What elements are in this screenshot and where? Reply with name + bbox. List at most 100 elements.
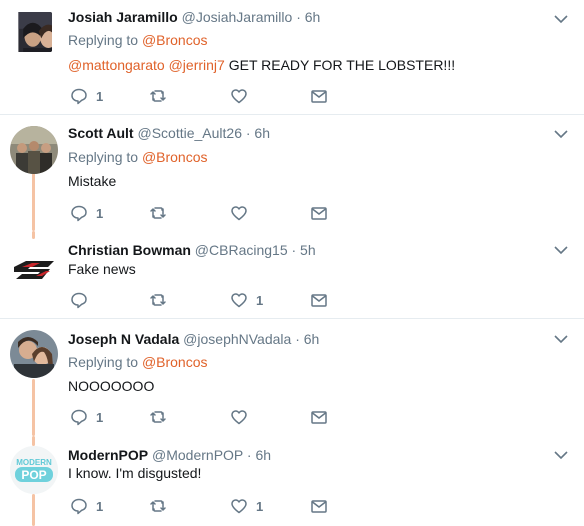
display-name[interactable]: Joseph N Vadala xyxy=(68,331,179,347)
chevron-down-icon[interactable] xyxy=(554,450,568,460)
heart-icon xyxy=(231,293,247,308)
replying-to-link[interactable]: @Broncos xyxy=(142,32,208,48)
retweet-icon xyxy=(150,294,166,306)
replying-to: Replying to @Broncos xyxy=(68,148,208,166)
replying-to: Replying to @Broncos xyxy=(68,353,208,371)
heart-icon xyxy=(231,206,247,221)
retweet-button[interactable] xyxy=(149,291,167,309)
reply-count: 1 xyxy=(96,88,104,104)
thread-connector xyxy=(32,173,35,231)
reply-count: 1 xyxy=(96,409,104,425)
tweet-header: Joseph N Vadala @josephNVadala · 6h xyxy=(68,330,319,348)
tweet-christian-bowman[interactable]: Christian Bowman @CBRacing15 · 5h Fake n… xyxy=(0,231,584,318)
reply-icon xyxy=(71,205,87,222)
user-handle[interactable]: @ModernPOP xyxy=(152,447,243,463)
replying-to-link[interactable]: @Broncos xyxy=(142,149,208,165)
like-count: 1 xyxy=(256,292,264,308)
envelope-icon xyxy=(311,90,327,103)
tweet-header: Josiah Jaramillo @JosiahJaramillo · 6h xyxy=(68,8,320,26)
reply-icon xyxy=(71,88,87,105)
display-name[interactable]: ModernPOP xyxy=(68,447,148,463)
timestamp[interactable]: · 6h xyxy=(296,9,320,25)
tweet-josiah-jaramillo[interactable]: Josiah Jaramillo @JosiahJaramillo · 6h R… xyxy=(0,0,584,114)
modernpop-logo-avatar-icon: MODERN POP xyxy=(10,446,58,494)
direct-message-button[interactable] xyxy=(310,291,328,309)
replying-to-link[interactable]: @Broncos xyxy=(142,354,208,370)
reply-icon xyxy=(71,498,87,515)
retweet-button[interactable] xyxy=(149,408,167,426)
direct-message-button[interactable] xyxy=(310,497,328,515)
reply-button[interactable]: 1 xyxy=(70,408,103,426)
retweet-button[interactable] xyxy=(149,87,167,105)
direct-message-button[interactable] xyxy=(310,408,328,426)
mention-links[interactable]: @mattongarato @jerrinj7 xyxy=(68,57,225,73)
retweet-button[interactable] xyxy=(149,497,167,515)
user-avatar[interactable] xyxy=(10,243,58,283)
tweet-body: Fake news xyxy=(68,261,136,277)
timestamp[interactable]: · 6h xyxy=(295,331,319,347)
retweet-icon xyxy=(150,90,166,102)
chevron-down-icon[interactable] xyxy=(554,129,568,139)
user-handle[interactable]: @Scottie_Ault26 xyxy=(137,125,242,141)
retweet-button[interactable] xyxy=(149,204,167,222)
envelope-icon xyxy=(311,294,327,307)
tweet-body: NOOOOOOO xyxy=(68,378,155,394)
reply-button[interactable] xyxy=(70,291,88,309)
user-handle[interactable]: @CBRacing15 xyxy=(195,242,288,258)
like-button[interactable]: 1 xyxy=(230,497,263,515)
replying-to-label: Replying to xyxy=(68,354,139,370)
chevron-down-icon[interactable] xyxy=(554,334,568,344)
couple-selfie-avatar-icon xyxy=(18,12,52,52)
timestamp[interactable]: · 6h xyxy=(246,125,270,141)
chevron-down-icon[interactable] xyxy=(554,245,568,255)
retweet-icon xyxy=(150,411,166,423)
user-handle[interactable]: @josephNVadala xyxy=(183,331,291,347)
heart-icon xyxy=(231,89,247,104)
display-name[interactable]: Christian Bowman xyxy=(68,242,191,258)
like-count: 1 xyxy=(256,498,264,514)
like-button[interactable]: 1 xyxy=(230,291,263,309)
avatar-logo-bottom: POP xyxy=(21,468,46,482)
like-button[interactable] xyxy=(230,87,248,105)
tweet-text: @mattongarato @jerrinj7 GET READY FOR TH… xyxy=(68,56,455,74)
replying-to: Replying to @Broncos xyxy=(68,31,208,49)
timestamp[interactable]: · 5h xyxy=(292,242,316,258)
timestamp[interactable]: · 6h xyxy=(247,447,271,463)
tweet-modernpop[interactable]: MODERN POP ModernPOP @ModernPOP · 6h I k… xyxy=(0,436,584,526)
like-button[interactable] xyxy=(230,204,248,222)
display-name[interactable]: Scott Ault xyxy=(68,125,134,141)
chevron-down-icon[interactable] xyxy=(554,14,568,24)
replying-to-label: Replying to xyxy=(68,32,139,48)
user-avatar[interactable]: MODERN POP xyxy=(10,446,58,494)
heart-icon xyxy=(231,499,247,514)
reply-count: 1 xyxy=(96,205,104,221)
user-avatar[interactable] xyxy=(10,126,58,174)
replying-to-label: Replying to xyxy=(68,149,139,165)
avatar-logo-top: MODERN xyxy=(16,458,52,467)
thread-connector xyxy=(32,494,35,526)
user-avatar[interactable] xyxy=(10,330,58,378)
reply-button[interactable]: 1 xyxy=(70,497,103,515)
direct-message-button[interactable] xyxy=(310,204,328,222)
thread-connector xyxy=(32,231,35,239)
tweet-scott-ault[interactable]: Scott Ault @Scottie_Ault26 · 6h Replying… xyxy=(0,115,584,231)
envelope-icon xyxy=(311,207,327,220)
reply-icon xyxy=(71,292,87,309)
tweet-body: Mistake xyxy=(68,173,117,189)
user-avatar[interactable] xyxy=(16,12,52,52)
display-name[interactable]: Josiah Jaramillo xyxy=(68,9,178,25)
racing-logo-avatar-icon xyxy=(10,247,58,283)
tweet-body: I know. I'm disgusted! xyxy=(68,465,202,481)
reply-button[interactable]: 1 xyxy=(70,204,103,222)
user-handle[interactable]: @JosiahJaramillo xyxy=(182,9,293,25)
retweet-icon xyxy=(150,207,166,219)
reply-count: 1 xyxy=(96,498,104,514)
reply-button[interactable]: 1 xyxy=(70,87,103,105)
tweet-header: Christian Bowman @CBRacing15 · 5h xyxy=(68,241,316,259)
thread-connector xyxy=(32,379,35,436)
couple-photo-avatar-icon xyxy=(10,330,58,378)
direct-message-button[interactable] xyxy=(310,87,328,105)
like-button[interactable] xyxy=(230,408,248,426)
tweet-joseph-n-vadala[interactable]: Joseph N Vadala @josephNVadala · 6h Repl… xyxy=(0,319,584,436)
tweet-header: ModernPOP @ModernPOP · 6h xyxy=(68,446,271,464)
